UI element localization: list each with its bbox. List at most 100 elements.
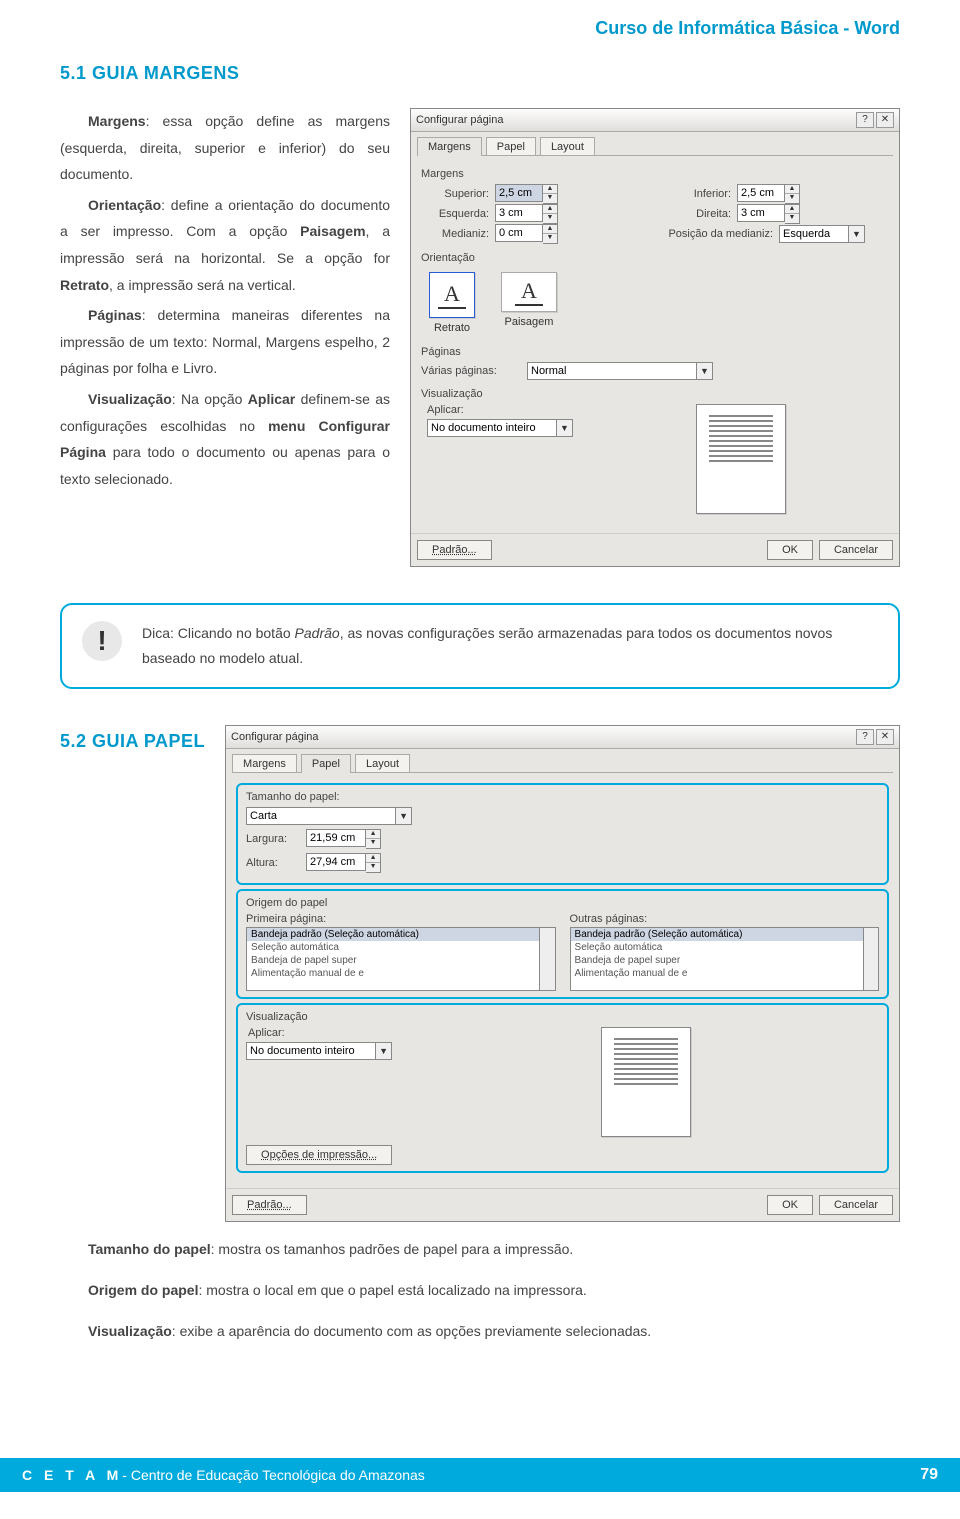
orientation-retrato[interactable]: A Retrato — [429, 272, 475, 334]
group-orientacao: Orientação — [421, 252, 889, 264]
dialog-title: Configurar página — [416, 114, 854, 126]
footer-org: - Centro de Educação Tecnológica do Amaz… — [122, 1467, 425, 1483]
combo-varias-paginas[interactable]: ▼ — [527, 362, 713, 380]
listbox-outras-paginas[interactable]: Bandeja padrão (Seleção automática) Sele… — [570, 927, 864, 991]
scrollbar[interactable] — [540, 927, 555, 991]
label-outras-paginas: Outras páginas: — [570, 913, 879, 925]
list-item[interactable]: Alimentação manual de e — [571, 967, 863, 980]
input-aplicar[interactable] — [246, 1042, 376, 1060]
input-papel[interactable] — [246, 807, 396, 825]
label-primeira-pagina: Primeira página: — [246, 913, 555, 925]
term-visualizacao: Visualização — [88, 391, 172, 407]
term-paginas: Páginas — [88, 307, 142, 323]
combo-aplicar[interactable]: ▼ — [427, 419, 573, 437]
padrao-button[interactable]: Padrão... — [232, 1195, 307, 1215]
list-item[interactable]: Alimentação manual de e — [247, 967, 539, 980]
label-largura: Largura: — [246, 833, 300, 845]
tab-papel[interactable]: Papel — [486, 137, 536, 156]
input-varias-paginas[interactable] — [527, 362, 697, 380]
list-item[interactable]: Bandeja de papel super — [571, 954, 863, 967]
list-item[interactable]: Bandeja padrão (Seleção automática) — [247, 928, 539, 941]
list-item[interactable]: Seleção automática — [247, 941, 539, 954]
cancel-button[interactable]: Cancelar — [819, 1195, 893, 1215]
list-item[interactable]: Bandeja padrão (Seleção automática) — [571, 928, 863, 941]
spin-largura[interactable]: ▲▼ — [306, 829, 381, 849]
spin-esquerda[interactable]: ▲▼ — [495, 204, 558, 224]
ok-button[interactable]: OK — [767, 540, 813, 560]
text: : mostra o local em que o papel está loc… — [198, 1282, 586, 1298]
print-options-button[interactable]: Opções de impressão... — [246, 1145, 392, 1165]
group-margens: Margens — [421, 168, 889, 180]
dialog-configurar-pagina-margens: Configurar página ? ✕ Margens Papel Layo… — [410, 108, 900, 567]
spin-direita[interactable]: ▲▼ — [737, 204, 800, 224]
padrao-button[interactable]: Padrão... — [417, 540, 492, 560]
list-item[interactable]: Bandeja de papel super — [247, 954, 539, 967]
term-orientacao: Orientação — [88, 197, 161, 213]
term-margens: Margens — [88, 113, 146, 129]
input-altura[interactable] — [306, 853, 366, 871]
dialog-title: Configurar página — [231, 731, 854, 743]
input-esquerda[interactable] — [495, 204, 543, 222]
group-tamanho-papel: Tamanho do papel: — [246, 791, 879, 803]
label-superior: Superior: — [421, 188, 489, 200]
input-inferior[interactable] — [737, 184, 785, 202]
text: , a impressão será na vertical. — [109, 277, 296, 293]
spin-superior[interactable]: ▲▼ — [495, 184, 558, 204]
tab-papel[interactable]: Papel — [301, 754, 351, 773]
combo-posmedianiz[interactable]: ▼ — [779, 225, 865, 243]
help-icon[interactable]: ? — [856, 112, 874, 128]
preview-page — [601, 1027, 691, 1137]
section-51-title: 5.1 GUIA MARGENS — [60, 63, 900, 84]
close-icon[interactable]: ✕ — [876, 729, 894, 745]
highlight-origem-papel: Origem do papel Primeira página: Bandeja… — [236, 889, 889, 999]
section-52-text: Tamanho do papel: mostra os tamanhos pad… — [60, 1236, 900, 1344]
exclamation-icon: ! — [82, 621, 122, 661]
orientation-paisagem[interactable]: A Paisagem — [501, 272, 557, 334]
ok-button[interactable]: OK — [767, 1195, 813, 1215]
tab-margens[interactable]: Margens — [232, 754, 297, 773]
section-51-text: Margens: essa opção define as margens (e… — [60, 108, 390, 496]
spin-altura[interactable]: ▲▼ — [306, 853, 381, 873]
term-visualizacao: Visualização — [88, 1323, 172, 1339]
input-medianiz[interactable] — [495, 224, 543, 242]
group-visualizacao: Visualização — [246, 1011, 879, 1023]
term-retrato: Retrato — [60, 277, 109, 293]
highlight-visualizacao: Visualização Aplicar: ▼ Opçõ — [236, 1003, 889, 1173]
label-direita: Direita: — [663, 208, 731, 220]
tab-layout[interactable]: Layout — [355, 754, 410, 773]
input-posmedianiz[interactable] — [779, 225, 849, 243]
term-tamanho-papel: Tamanho do papel — [88, 1241, 211, 1257]
input-largura[interactable] — [306, 829, 366, 847]
close-icon[interactable]: ✕ — [876, 112, 894, 128]
group-paginas: Páginas — [421, 346, 889, 358]
term-aplicar: Aplicar — [248, 391, 295, 407]
spin-inferior[interactable]: ▲▼ — [737, 184, 800, 204]
combo-papel[interactable]: ▼ — [246, 807, 412, 825]
text: : Na opção — [172, 391, 248, 407]
course-title: Curso de Informática Básica - Word — [60, 0, 900, 59]
cancel-button[interactable]: Cancelar — [819, 540, 893, 560]
tip-text: Dica: Clicando no botão Padrão, as novas… — [142, 621, 876, 671]
tab-margens[interactable]: Margens — [417, 137, 482, 156]
label-aplicar: Aplicar: — [427, 404, 573, 416]
text: para todo o documento ou apenas para o t… — [60, 444, 390, 487]
page-footer: C E T A M - Centro de Educação Tecnológi… — [0, 1458, 960, 1492]
list-item[interactable]: Seleção automática — [571, 941, 863, 954]
label-inferior: Inferior: — [663, 188, 731, 200]
term-paisagem: Paisagem — [300, 223, 365, 239]
preview-page — [696, 404, 786, 514]
tip-box: ! Dica: Clicando no botão Padrão, as nov… — [60, 603, 900, 689]
group-visualizacao: Visualização — [421, 388, 889, 400]
tab-layout[interactable]: Layout — [540, 137, 595, 156]
scrollbar[interactable] — [864, 927, 879, 991]
listbox-primeira-pagina[interactable]: Bandeja padrão (Seleção automática) Sele… — [246, 927, 540, 991]
footer-cetam: C E T A M — [22, 1467, 122, 1483]
spin-medianiz[interactable]: ▲▼ — [495, 224, 558, 244]
combo-aplicar[interactable]: ▼ — [246, 1042, 392, 1060]
input-direita[interactable] — [737, 204, 785, 222]
input-aplicar[interactable] — [427, 419, 557, 437]
input-superior[interactable] — [495, 184, 543, 202]
label-altura: Altura: — [246, 857, 300, 869]
label-esquerda: Esquerda: — [421, 208, 489, 220]
help-icon[interactable]: ? — [856, 729, 874, 745]
